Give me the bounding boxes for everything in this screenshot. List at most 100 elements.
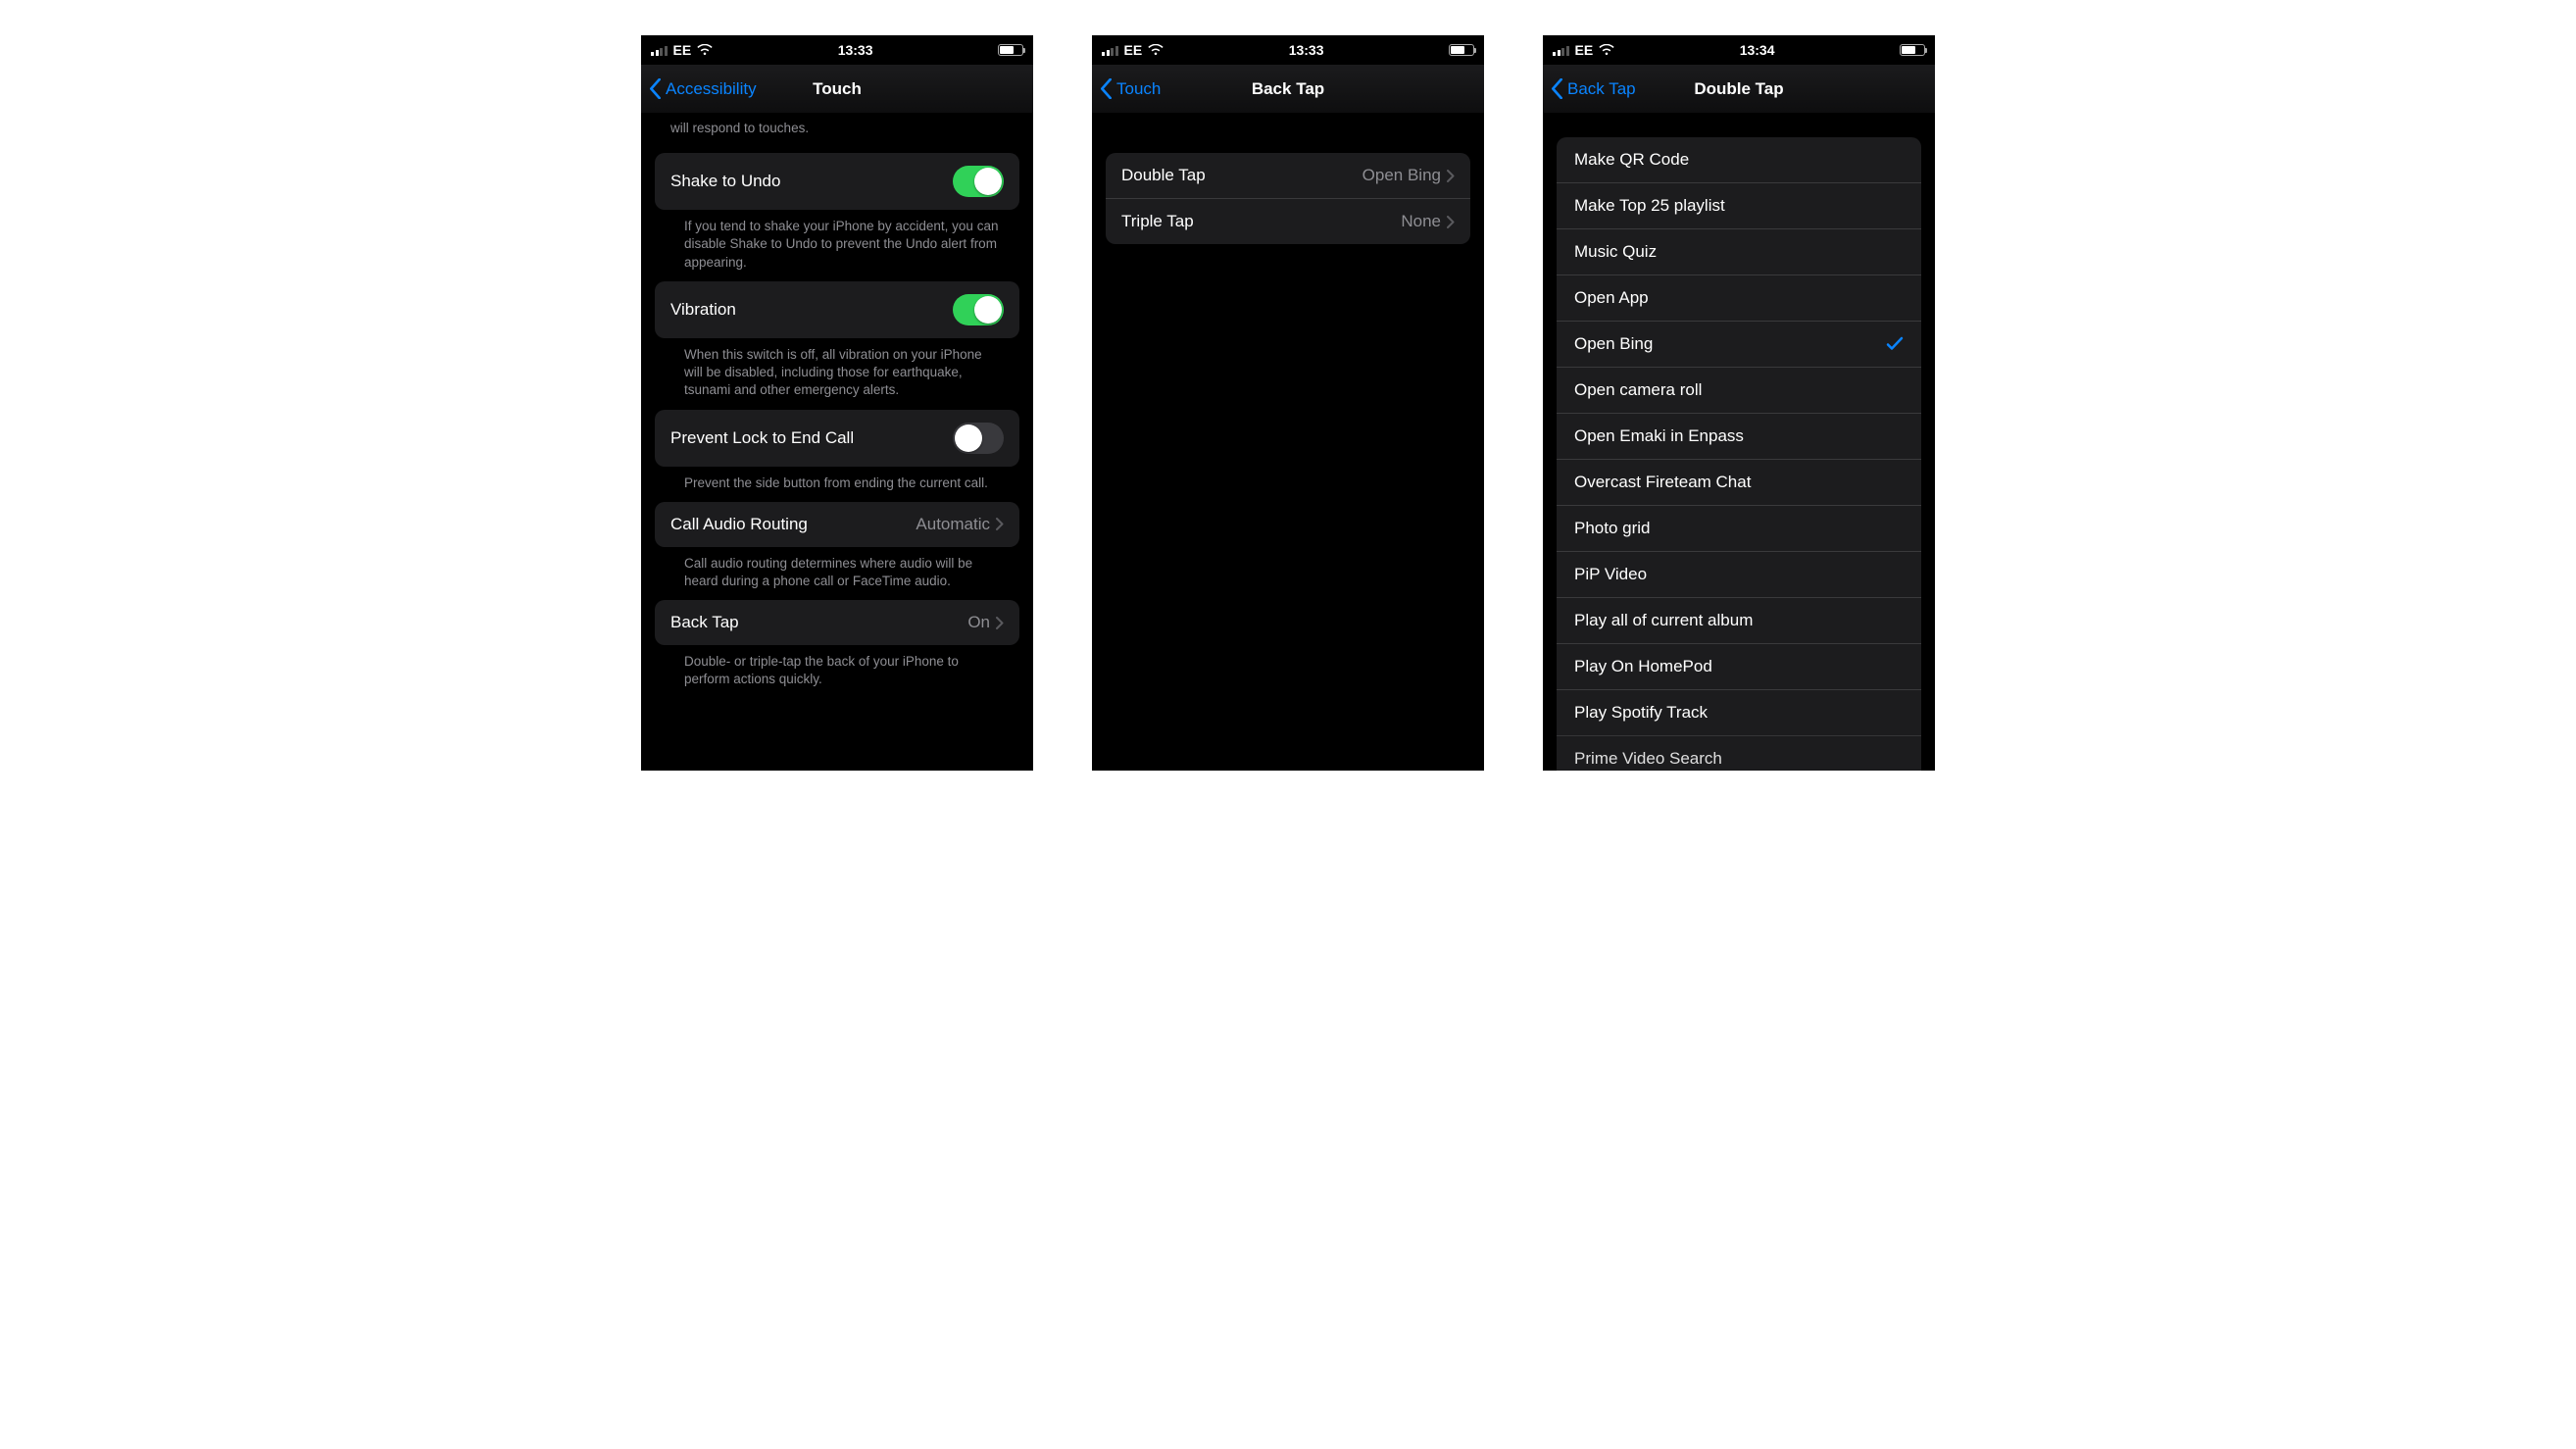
screen-touch: EE 13:33 Accessibility Touch will respon… [641,35,1033,771]
triple-tap-value: None [1401,212,1441,231]
wifi-icon [1599,44,1614,56]
carrier-label: EE [1575,42,1594,58]
page-title: Back Tap [1252,79,1324,99]
signal-icon [1102,45,1118,56]
triple-tap-label: Triple Tap [1121,212,1194,231]
shortcut-item[interactable]: Photo grid [1557,505,1921,551]
back-tap-value: On [967,613,990,632]
back-label: Back Tap [1567,79,1636,99]
shortcut-label: Play all of current album [1574,611,1753,630]
back-label: Touch [1116,79,1161,99]
vibration-footer: When this switch is off, all vibration o… [655,338,1019,400]
shortcut-label: Play Spotify Track [1574,703,1708,723]
status-bar: EE 13:34 [1543,35,1935,65]
clock-label: 13:33 [1289,42,1324,58]
shortcut-item[interactable]: Open Emaki in Enpass [1557,413,1921,459]
back-button[interactable]: Back Tap [1551,65,1636,113]
wifi-icon [697,44,713,56]
shortcut-item[interactable]: Play all of current album [1557,597,1921,643]
call-audio-routing-row[interactable]: Call Audio Routing Automatic [655,502,1019,547]
back-tap-label: Back Tap [670,613,739,632]
prevent-lock-toggle[interactable] [953,423,1004,454]
chevron-left-icon [1100,78,1113,99]
clock-label: 13:34 [1740,42,1775,58]
back-button[interactable]: Touch [1100,65,1161,113]
shortcut-label: Open App [1574,288,1649,308]
shortcut-item[interactable]: Prime Video Search [1557,735,1921,771]
nav-bar: Back Tap Double Tap [1543,65,1935,114]
shortcut-item[interactable]: Play On HomePod [1557,643,1921,689]
vibration-row[interactable]: Vibration [655,281,1019,338]
back-label: Accessibility [666,79,757,99]
carrier-label: EE [1124,42,1143,58]
screen-double-tap: EE 13:34 Back Tap Double Tap Make QR Cod… [1543,35,1935,771]
chevron-left-icon [1551,78,1563,99]
shortcut-item[interactable]: PiP Video [1557,551,1921,597]
vibration-toggle[interactable] [953,294,1004,325]
chevron-left-icon [649,78,662,99]
back-tap-footer: Double- or triple-tap the back of your i… [655,645,1019,688]
prevent-lock-label: Prevent Lock to End Call [670,428,854,448]
battery-icon [1900,44,1925,56]
shortcut-label: Overcast Fireteam Chat [1574,473,1751,492]
shortcut-item[interactable]: Open Bing [1557,321,1921,367]
chevron-right-icon [1447,170,1455,182]
shortcut-item[interactable]: Make Top 25 playlist [1557,182,1921,228]
chevron-right-icon [1447,216,1455,228]
double-tap-value: Open Bing [1362,166,1441,185]
shortcut-label: PiP Video [1574,565,1647,584]
clock-label: 13:33 [838,42,873,58]
shortcut-label: Make QR Code [1574,150,1689,170]
carrier-label: EE [673,42,692,58]
double-tap-row[interactable]: Double Tap Open Bing [1106,153,1470,198]
chevron-right-icon [996,617,1004,629]
shake-label: Shake to Undo [670,172,780,191]
prevent-lock-footer: Prevent the side button from ending the … [655,467,1019,492]
shortcut-item[interactable]: Open camera roll [1557,367,1921,413]
shake-to-undo-row[interactable]: Shake to Undo [655,153,1019,210]
wifi-icon [1148,44,1164,56]
chevron-right-icon [996,518,1004,530]
shortcut-label: Open camera roll [1574,380,1702,400]
shortcut-item[interactable]: Play Spotify Track [1557,689,1921,735]
shortcut-item[interactable]: Open App [1557,275,1921,321]
shortcut-label: Open Emaki in Enpass [1574,426,1744,446]
shortcut-label: Make Top 25 playlist [1574,196,1725,216]
shortcut-item[interactable]: Music Quiz [1557,228,1921,275]
back-button[interactable]: Accessibility [649,65,757,113]
page-title: Touch [813,79,862,99]
back-tap-row[interactable]: Back Tap On [655,600,1019,645]
battery-icon [1449,44,1474,56]
status-bar: EE 13:33 [1092,35,1484,65]
nav-bar: Touch Back Tap [1092,65,1484,114]
truncated-footer-above: will respond to touches. [641,114,1033,143]
prevent-lock-row[interactable]: Prevent Lock to End Call [655,410,1019,467]
screen-back-tap: EE 13:33 Touch Back Tap Double Tap Open … [1092,35,1484,771]
shortcut-label: Music Quiz [1574,242,1657,262]
shortcut-item[interactable]: Overcast Fireteam Chat [1557,459,1921,505]
shortcut-item[interactable]: Make QR Code [1557,137,1921,182]
shortcut-label: Photo grid [1574,519,1651,538]
call-audio-label: Call Audio Routing [670,515,808,534]
shortcut-label: Open Bing [1574,334,1653,354]
call-audio-footer: Call audio routing determines where audi… [655,547,1019,590]
triple-tap-row[interactable]: Triple Tap None [1106,198,1470,244]
content: Double Tap Open Bing Triple Tap None [1092,114,1484,771]
signal-icon [651,45,668,56]
signal-icon [1553,45,1569,56]
shortcut-list[interactable]: Make QR Code Make Top 25 playlist Music Qu… [1557,137,1921,771]
checkmark-icon [1886,335,1904,353]
battery-icon [998,44,1023,56]
page-title: Double Tap [1694,79,1783,99]
shortcut-label: Prime Video Search [1574,749,1722,769]
status-bar: EE 13:33 [641,35,1033,65]
call-audio-value: Automatic [916,515,990,534]
shortcut-label: Play On HomePod [1574,657,1712,676]
content: will respond to touches. Shake to Undo I… [641,114,1033,771]
shake-footer: If you tend to shake your iPhone by acci… [655,210,1019,272]
double-tap-label: Double Tap [1121,166,1206,185]
vibration-label: Vibration [670,300,736,320]
content: Make QR Code Make Top 25 playlist Music Qu… [1543,114,1935,771]
shake-toggle[interactable] [953,166,1004,197]
nav-bar: Accessibility Touch [641,65,1033,114]
